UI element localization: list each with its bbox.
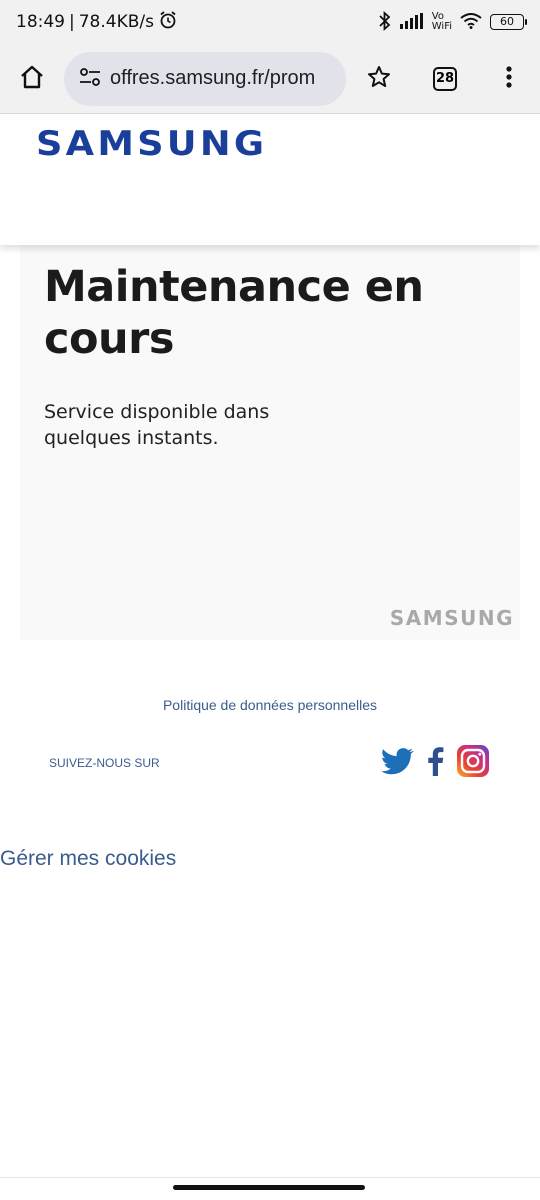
tab-count: 28	[433, 66, 457, 91]
bluetooth-icon	[378, 10, 392, 34]
social-links	[381, 744, 490, 782]
home-button[interactable]	[0, 44, 64, 114]
follow-us-label: SUIVEZ-NOUS SUR	[49, 756, 160, 770]
privacy-policy-link[interactable]: Politique de données personnelles	[0, 697, 540, 713]
address-bar[interactable]: offres.samsung.fr/prom	[64, 51, 346, 106]
alarm-icon	[158, 10, 178, 35]
manage-cookies-link[interactable]: Gérer mes cookies	[0, 847, 176, 871]
signal-icon	[399, 12, 424, 32]
battery-indicator: 60	[490, 14, 527, 30]
status-separator: |	[69, 12, 75, 32]
home-indicator[interactable]	[173, 1185, 365, 1190]
site-header: SAMSUNG	[0, 115, 540, 245]
star-icon	[366, 64, 392, 94]
wifi-icon	[460, 12, 482, 32]
bookmark-button[interactable]	[346, 64, 412, 94]
wifi-label: WiFi	[431, 21, 452, 32]
status-right: Vo WiFi 60	[378, 10, 527, 34]
tabs-button[interactable]: 28	[412, 66, 478, 91]
samsung-logo[interactable]: SAMSUNG	[36, 124, 267, 164]
maintenance-title: Maintenance en cours	[44, 262, 424, 364]
more-vert-icon	[505, 65, 513, 93]
status-time: 18:49	[16, 12, 65, 32]
maintenance-card: Maintenance en cours Service disponible …	[20, 245, 520, 640]
nav-divider	[0, 1177, 540, 1178]
card-samsung-logo: SAMSUNG	[389, 606, 514, 630]
url-text: offres.samsung.fr/prom	[110, 67, 316, 89]
browser-toolbar: offres.samsung.fr/prom 28	[0, 44, 540, 114]
facebook-icon[interactable]	[424, 746, 446, 780]
twitter-icon[interactable]	[381, 747, 414, 779]
site-settings-icon[interactable]	[78, 65, 102, 93]
status-bar: 18:49 | 78.4KB/s Vo WiFi 60	[0, 0, 540, 44]
vowifi-label: Vo WiFi	[432, 12, 452, 32]
maintenance-subtitle: Service disponible dans quelques instant…	[44, 401, 270, 449]
menu-button[interactable]	[478, 65, 540, 93]
home-icon	[18, 63, 46, 95]
instagram-icon[interactable]	[456, 744, 490, 782]
status-network-speed: 78.4KB/s	[78, 12, 154, 32]
status-left: 18:49 | 78.4KB/s	[16, 10, 178, 35]
